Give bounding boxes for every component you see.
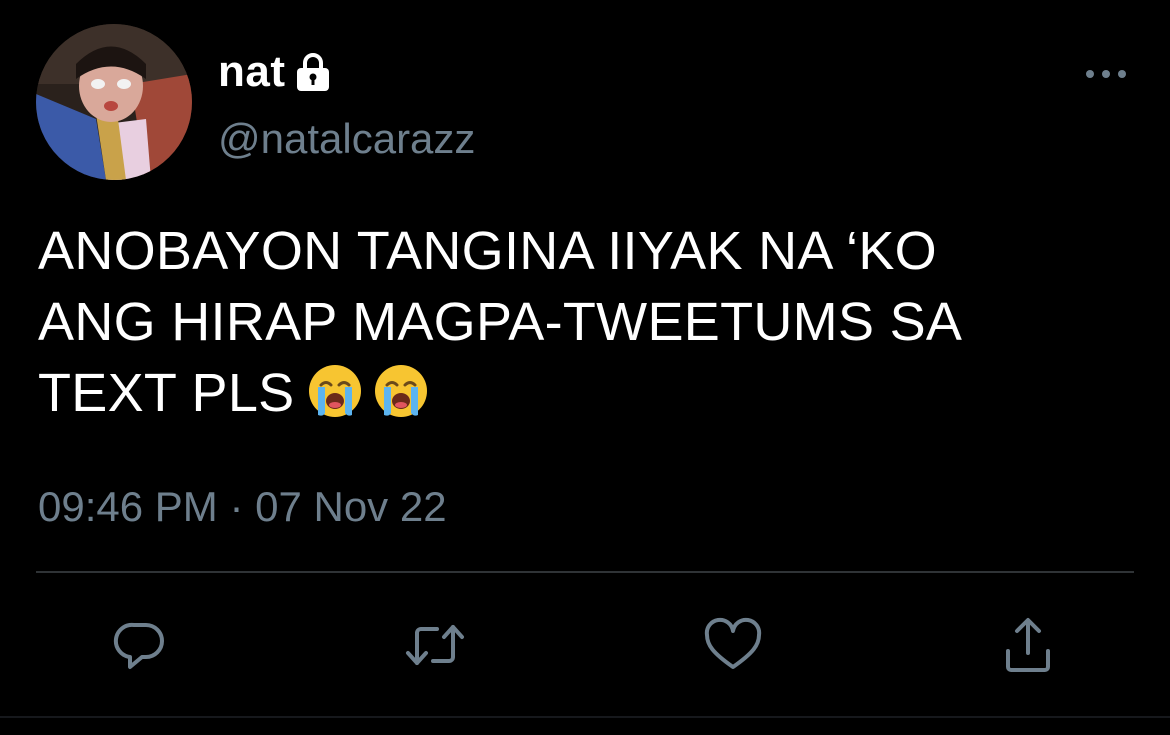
like-button[interactable] <box>698 610 768 680</box>
more-dot <box>1102 70 1110 78</box>
tweet-text: ANOBAYON TANGINA IIYAK NA ‘KO ANG HIRAP … <box>38 216 1128 429</box>
share-button[interactable] <box>993 610 1063 680</box>
retweet-icon <box>406 625 464 665</box>
bottom-divider <box>0 716 1170 718</box>
tweet-text-line-last: TEXT PLS <box>38 358 1128 429</box>
tweet-text-line: ANOBAYON TANGINA IIYAK NA ‘KO <box>38 221 937 281</box>
retweet-button[interactable] <box>400 610 470 680</box>
display-name[interactable]: nat <box>218 50 286 94</box>
tweet: nat @natalcarazz ANOBAYON TANGINA IIYAK … <box>0 0 1170 735</box>
tweet-text-line: TEXT PLS <box>38 363 295 423</box>
user-handle[interactable]: @natalcarazz <box>218 118 475 160</box>
reply-icon <box>113 622 164 669</box>
heart-icon <box>704 617 762 669</box>
avatar[interactable] <box>36 24 192 180</box>
more-options-icon[interactable] <box>1086 62 1126 86</box>
loudly-crying-face-icon <box>374 365 427 417</box>
reply-button[interactable] <box>105 610 175 680</box>
action-bar <box>0 610 1170 680</box>
avatar-image <box>36 24 192 180</box>
share-icon <box>1006 618 1050 672</box>
lock-icon <box>296 52 330 92</box>
loudly-crying-face-icon <box>308 365 361 417</box>
more-dot <box>1118 70 1126 78</box>
name-row: nat <box>218 44 330 100</box>
emoji-group <box>307 363 439 419</box>
more-dot <box>1086 70 1094 78</box>
tweet-text-line: ANG HIRAP MAGPA-TWEETUMS SA <box>38 292 963 352</box>
tweet-timestamp[interactable]: 09:46 PM · 07 Nov 22 <box>38 486 447 528</box>
divider <box>36 571 1134 573</box>
